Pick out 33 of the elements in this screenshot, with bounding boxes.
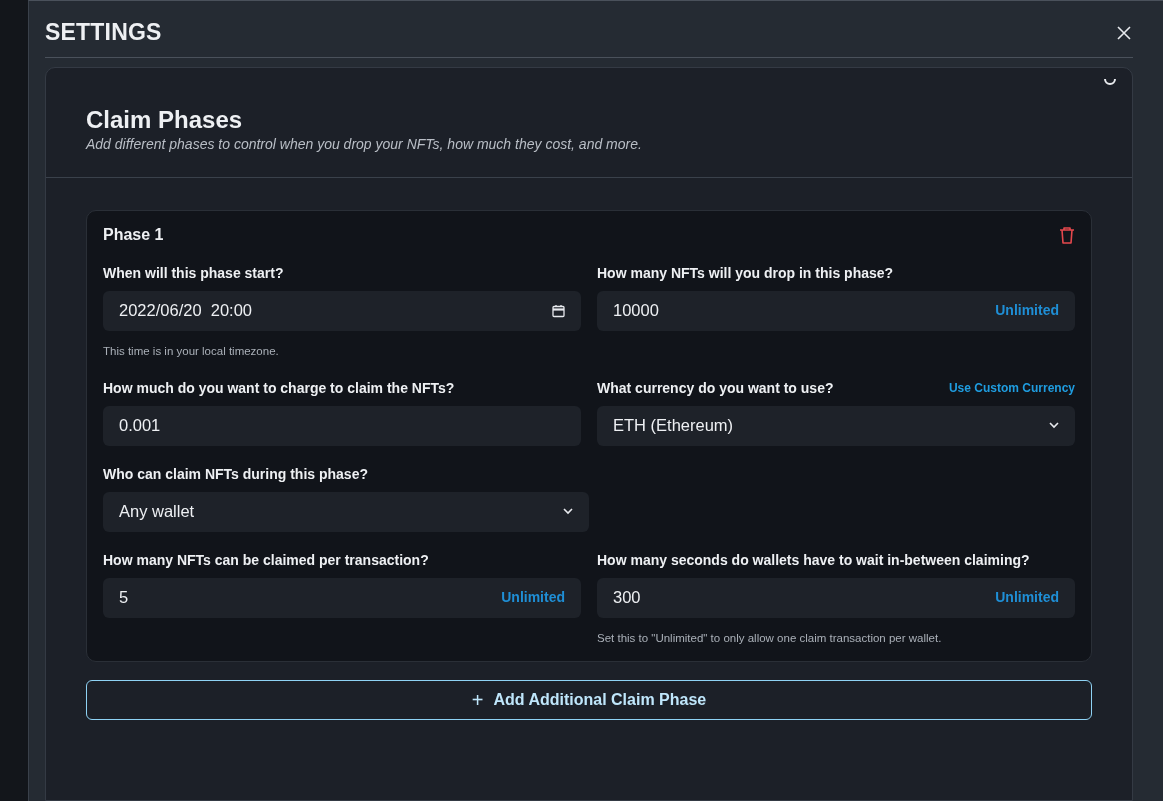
number-field[interactable]: 300 Unlimited [597, 577, 1075, 618]
unlimited-button[interactable]: Unlimited [501, 587, 565, 609]
field-label: How much do you want to charge to claim the NFTs? [103, 378, 455, 398]
chevron-down-icon [563, 508, 573, 516]
unlimited-button[interactable]: Unlimited [995, 300, 1059, 322]
number-field[interactable]: 10000 Unlimited [597, 290, 1075, 331]
trash-icon [1059, 226, 1075, 244]
field-label: How many seconds do wallets have to wait in-between claiming? [597, 550, 1030, 570]
help-text: Set this to "Unlimited" to only allow one claim transaction per wallet. [597, 630, 943, 646]
field-label: When will this phase start? [103, 263, 284, 283]
phase-title: Phase 1 [103, 225, 164, 245]
spinner-icon [1104, 77, 1116, 86]
calendar-icon [552, 303, 565, 318]
date-field[interactable]: 2022/06/20 20:00 [103, 290, 581, 331]
chevron-down-icon [1049, 422, 1059, 430]
field-label: How many NFTs can be claimed per transaction? [103, 550, 429, 570]
field-label: Who can claim NFTs during this phase? [103, 464, 368, 484]
custom-currency-link[interactable]: Use Custom Currency [948, 379, 1075, 398]
section-subtitle: Add different phases to control when you drop your NFTs, how much they cost, and more. [86, 135, 643, 155]
help-text: This time is in your local timezone. [103, 343, 280, 359]
select-field[interactable]: ETH (Ethereum) [597, 405, 1075, 446]
input-field[interactable]: 0.001 [103, 405, 581, 446]
field-label: What currency do you want to use? [597, 378, 834, 398]
modal-title: SETTINGS [45, 19, 162, 47]
add-phase-button[interactable]: + Add Additional Claim Phase [86, 680, 1092, 721]
close-icon [1117, 25, 1131, 40]
field-label: How many NFTs will you drop in this phase? [597, 263, 894, 283]
number-field[interactable]: 5 Unlimited [103, 577, 581, 618]
unlimited-button[interactable]: Unlimited [995, 587, 1059, 609]
delete-button[interactable] [1059, 226, 1075, 244]
select-field[interactable]: Any wallet [103, 491, 589, 532]
section-title: Claim Phases [86, 105, 244, 135]
close-button[interactable] [1115, 23, 1133, 42]
